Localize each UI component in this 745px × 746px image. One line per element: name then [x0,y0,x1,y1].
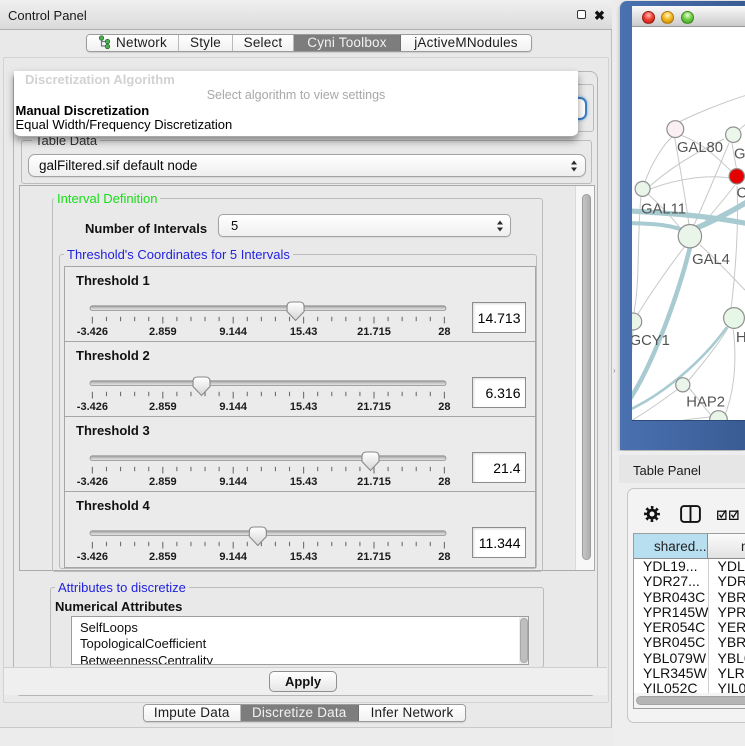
svg-text:CY: CY [737,186,745,202]
svg-text:-3.426: -3.426 [77,476,108,488]
svg-text:15.43: 15.43 [290,551,318,563]
svg-text:15.43: 15.43 [290,476,318,488]
svg-text:21.715: 21.715 [357,476,391,488]
svg-text:28: 28 [438,476,450,488]
svg-text:28: 28 [438,326,450,338]
svg-text:15.43: 15.43 [290,401,318,413]
svg-text:GAL4: GAL4 [692,252,730,268]
svg-text:9.144: 9.144 [219,401,247,413]
svg-text:-3.426: -3.426 [77,401,108,413]
svg-text:-3.426: -3.426 [77,326,108,338]
svg-text:GAL11: GAL11 [641,202,686,218]
svg-text:9.144: 9.144 [219,551,247,563]
svg-text:HAP2: HAP2 [686,395,725,411]
svg-text:21.715: 21.715 [357,326,391,338]
svg-text:15.43: 15.43 [290,326,318,338]
svg-text:28: 28 [438,401,450,413]
svg-text:2.859: 2.859 [149,401,177,413]
svg-text:28: 28 [438,551,450,563]
svg-text:GAL80: GAL80 [677,140,723,156]
svg-text:2.859: 2.859 [149,551,177,563]
svg-text:2.859: 2.859 [149,326,177,338]
svg-text:9.144: 9.144 [219,476,247,488]
svg-text:9.144: 9.144 [219,326,247,338]
svg-text:-3.426: -3.426 [77,551,108,563]
svg-text:21.715: 21.715 [357,401,391,413]
svg-text:GA: GA [734,147,745,163]
svg-text:2.859: 2.859 [149,476,177,488]
svg-text:21.715: 21.715 [357,551,391,563]
svg-text:H: H [736,330,745,346]
svg-text:GCY1: GCY1 [632,333,670,349]
